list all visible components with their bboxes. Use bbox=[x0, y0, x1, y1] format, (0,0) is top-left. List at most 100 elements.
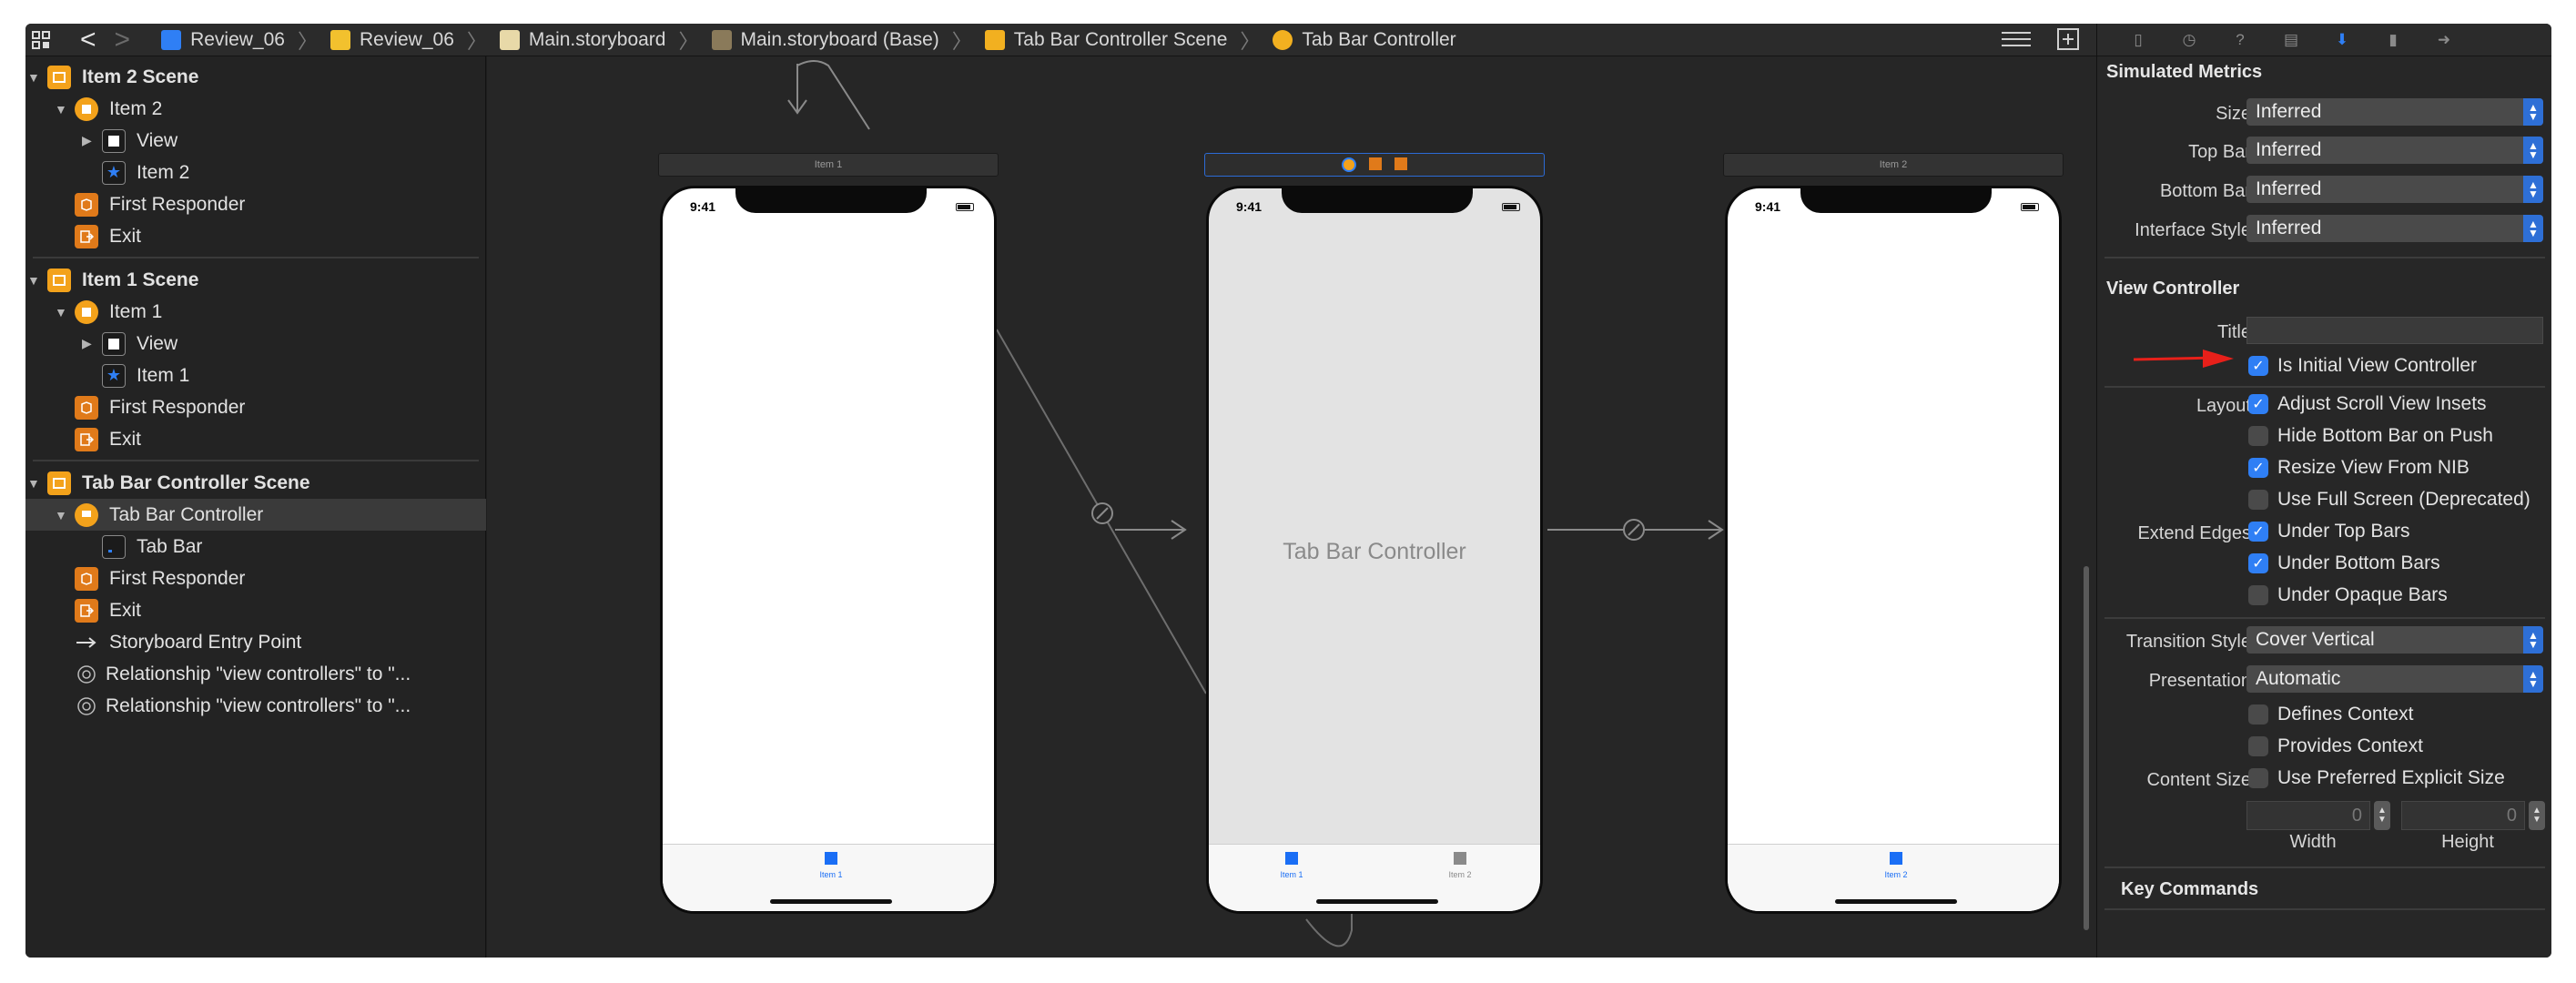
tab-bar-controller-phone[interactable]: 9:41 Tab Bar Controller Item 1 Item 2 bbox=[1206, 186, 1543, 914]
connections-inspector-icon[interactable]: ➜ bbox=[2434, 30, 2454, 50]
height-field[interactable]: 0 bbox=[2401, 801, 2525, 830]
breadcrumb-scene[interactable]: Tab Bar Controller Scene bbox=[984, 29, 1227, 51]
bottom-bar-popup[interactable]: Inferred ▲ ▼ bbox=[2246, 176, 2543, 203]
scene-title-bar-selected[interactable] bbox=[1204, 153, 1545, 177]
top-bar-popup[interactable]: Inferred ▲ ▼ bbox=[2246, 137, 2543, 164]
title-field[interactable] bbox=[2246, 317, 2543, 344]
exit-icon bbox=[75, 427, 98, 451]
jump-bar-right-controls bbox=[2000, 27, 2080, 56]
star-icon: ★ bbox=[102, 160, 126, 185]
storyboard-canvas[interactable]: Item 1 9:41 Item 1 9:41 Tab Bar Controll… bbox=[487, 56, 2096, 958]
related-items-icon[interactable] bbox=[31, 30, 51, 50]
scene-icon bbox=[47, 65, 71, 89]
disclosure-triangle-icon[interactable]: ▼ bbox=[27, 273, 40, 288]
provides-context-checkbox[interactable]: Provides Context bbox=[2248, 735, 2423, 757]
breadcrumb-storyboard[interactable]: Main.storyboard bbox=[499, 29, 665, 51]
transition-style-popup[interactable]: Cover Vertical ▲ ▼ bbox=[2246, 626, 2543, 654]
tab-item-icon bbox=[1285, 852, 1298, 865]
transition-style-label: Transition Style bbox=[2125, 632, 2251, 652]
checkmark-icon: ✓ bbox=[2248, 394, 2268, 414]
phone-notch bbox=[1800, 188, 1992, 213]
width-field[interactable]: 0 bbox=[2246, 801, 2370, 830]
interface-style-popup[interactable]: Inferred ▲ ▼ bbox=[2246, 215, 2543, 242]
under-bottom-bars-checkbox[interactable]: ✓ Under Bottom Bars bbox=[2248, 552, 2440, 574]
tab-item-1[interactable]: Item 1 bbox=[804, 852, 858, 879]
folder-icon bbox=[330, 29, 350, 50]
attributes-inspector-icon[interactable]: ⬇ bbox=[2332, 30, 2352, 50]
status-time: 9:41 bbox=[1236, 199, 1263, 214]
tab-bar-icon bbox=[102, 534, 126, 559]
disclosure-triangle-icon[interactable]: ▶ bbox=[82, 133, 92, 148]
tab-item-2[interactable]: Item 2 bbox=[1433, 852, 1487, 879]
home-indicator bbox=[1835, 899, 1957, 904]
first-responder-icon bbox=[75, 566, 98, 591]
bottom-bar-label: Bottom Bar bbox=[2159, 181, 2251, 201]
forward-button[interactable]: > bbox=[115, 25, 131, 56]
scene-icon bbox=[47, 268, 71, 292]
breadcrumb-storyboard-base[interactable]: Main.storyboard (Base) bbox=[711, 29, 939, 51]
hide-bottom-bar-checkbox[interactable]: Hide Bottom Bar on Push bbox=[2248, 425, 2493, 447]
key-commands-header: Key Commands bbox=[2121, 879, 2259, 899]
section-divider bbox=[2104, 617, 2545, 619]
use-preferred-size-checkbox[interactable]: Use Preferred Explicit Size bbox=[2248, 767, 2505, 789]
item1-scene-phone[interactable]: 9:41 Item 1 bbox=[660, 186, 997, 914]
breadcrumb-controller[interactable]: Tab Bar Controller bbox=[1273, 29, 1456, 51]
section-divider bbox=[2104, 386, 2545, 388]
height-stepper[interactable]: ▲ ▼ bbox=[2529, 801, 2545, 830]
disclosure-triangle-icon[interactable]: ▼ bbox=[27, 70, 40, 85]
scene-icon bbox=[984, 29, 1005, 50]
popup-arrows-icon: ▲ ▼ bbox=[2523, 626, 2543, 654]
canvas-scrollbar[interactable] bbox=[2084, 566, 2089, 930]
width-stepper[interactable]: ▲ ▼ bbox=[2374, 801, 2390, 830]
jump-bar: < > Review_06 〉 Review_06 〉 Main.storybo… bbox=[25, 24, 2096, 56]
is-initial-vc-checkbox[interactable]: ✓ Is Initial View Controller bbox=[2248, 355, 2477, 377]
under-top-bars-checkbox[interactable]: ✓ Under Top Bars bbox=[2248, 521, 2410, 542]
inspector-tabs: ▯ ◷ ? ▤ ⬇ ▮ ➜ bbox=[2097, 24, 2551, 56]
under-opaque-bars-checkbox[interactable]: Under Opaque Bars bbox=[2248, 584, 2448, 606]
defines-context-checkbox[interactable]: Defines Context bbox=[2248, 704, 2413, 725]
disclosure-triangle-icon[interactable]: ▼ bbox=[55, 102, 67, 117]
exit-dock-icon[interactable] bbox=[1394, 157, 1407, 170]
exit-icon bbox=[75, 224, 98, 248]
identity-inspector-icon[interactable]: ▤ bbox=[2281, 30, 2301, 50]
presentation-popup[interactable]: Automatic ▲ ▼ bbox=[2246, 665, 2543, 693]
home-indicator bbox=[1316, 899, 1438, 904]
controller-dock-icon[interactable] bbox=[1342, 157, 1356, 172]
resize-view-checkbox[interactable]: ✓ Resize View From NIB bbox=[2248, 457, 2470, 479]
phone-notch bbox=[1282, 188, 1473, 213]
home-indicator bbox=[770, 899, 892, 904]
disclosure-triangle-icon[interactable]: ▼ bbox=[55, 508, 67, 522]
scene-title-bar[interactable]: Item 2 bbox=[1723, 153, 2064, 177]
view-icon bbox=[102, 331, 126, 356]
file-inspector-icon[interactable]: ▯ bbox=[2128, 30, 2148, 50]
adjust-scroll-checkbox[interactable]: ✓ Adjust Scroll View Insets bbox=[2248, 393, 2487, 415]
add-editor-icon[interactable] bbox=[2056, 27, 2080, 56]
tab-item-icon bbox=[1890, 852, 1902, 865]
status-time: 9:41 bbox=[1755, 199, 1781, 214]
project-icon bbox=[161, 29, 182, 50]
tab-item-1[interactable]: Item 1 bbox=[1264, 852, 1319, 879]
battery-icon bbox=[956, 203, 974, 211]
disclosure-triangle-icon[interactable]: ▼ bbox=[55, 305, 67, 319]
presentation-label: Presentation bbox=[2148, 671, 2251, 691]
breadcrumb-folder[interactable]: Review_06 bbox=[330, 29, 454, 51]
breadcrumb-project[interactable]: Review_06 bbox=[161, 29, 285, 51]
view-controller-icon bbox=[75, 299, 98, 324]
first-responder-dock-icon[interactable] bbox=[1369, 157, 1382, 170]
disclosure-triangle-icon[interactable]: ▼ bbox=[27, 476, 40, 491]
section-divider bbox=[2104, 908, 2545, 910]
scene-title-bar[interactable]: Item 1 bbox=[658, 153, 999, 177]
editor-options-icon[interactable] bbox=[2000, 29, 2033, 55]
disclosure-triangle-icon[interactable]: ▶ bbox=[82, 336, 92, 351]
tab-item-2[interactable]: Item 2 bbox=[1869, 852, 1923, 879]
item2-scene-phone[interactable]: 9:41 Item 2 bbox=[1725, 186, 2062, 914]
outline-tbc[interactable]: ▼ Tab Bar Controller bbox=[25, 499, 486, 531]
history-inspector-icon[interactable]: ◷ bbox=[2179, 30, 2199, 50]
use-full-screen-checkbox[interactable]: Use Full Screen (Deprecated) bbox=[2248, 489, 2530, 511]
help-inspector-icon[interactable]: ? bbox=[2230, 30, 2250, 50]
battery-icon bbox=[2021, 203, 2039, 211]
size-popup[interactable]: Inferred ▲ ▼ bbox=[2246, 98, 2543, 126]
battery-icon bbox=[1502, 203, 1520, 211]
back-button[interactable]: < bbox=[80, 25, 96, 56]
size-inspector-icon[interactable]: ▮ bbox=[2383, 30, 2403, 50]
